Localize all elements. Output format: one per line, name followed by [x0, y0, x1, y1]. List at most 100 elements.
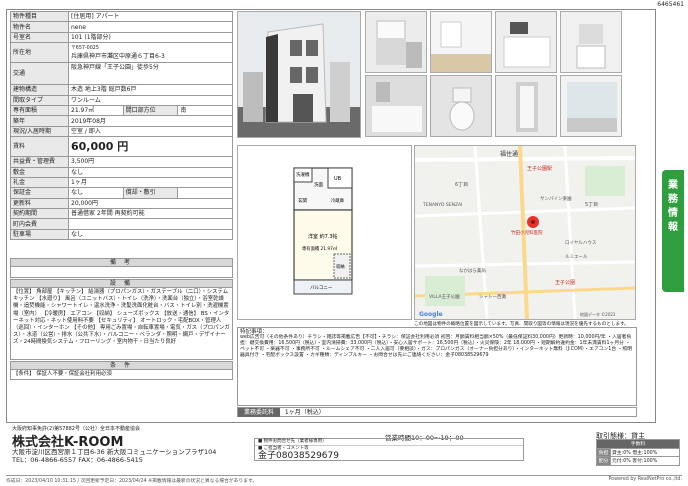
photo-thumb[interactable] [560, 75, 622, 137]
fee-value: 貸主:0% 借主:100% [610, 447, 680, 457]
address-label: 所在地 [10, 42, 69, 64]
map-label-9: VILLA王子公園 [429, 293, 460, 300]
fee-table: 手数料 負担 貸主:0% 借主:100% 配分 元付:0% 客付:100% [596, 439, 680, 466]
map-label-3: 5丁目 [585, 202, 598, 208]
facilities-body: 【位置】 角部屋 【キッチン】 給湯器（プロパンガス）・ガステーブル（二口）・シ… [10, 288, 233, 360]
toilet-photo [431, 76, 491, 136]
map-label-4: TENANYO SENZAI [422, 202, 462, 208]
layout-value: ワンルーム [68, 94, 233, 106]
map-label-0: 福住通 [500, 150, 518, 158]
fee-header: 手数料 [596, 439, 680, 449]
photo-thumb[interactable] [430, 75, 492, 137]
map-label-2: 6丁目 [455, 182, 468, 188]
amort-label: 償却・敷引 [122, 187, 179, 199]
contact-box: ■ 物件お問合せ先（業者様専用） ■ ご担当者・コメント等 金子08038529… [254, 438, 524, 461]
status-value: 空室 / 即入 [68, 125, 233, 138]
renew-label: 更新料 [10, 197, 69, 210]
address-cell: 〒657-0025 兵庫県神戸市灘区中原通６丁目6-3 [68, 42, 233, 64]
side-tab-char: 情 [668, 208, 678, 219]
property-table: 物件種目 [住居用] アパート 物件名 nene 号室名 101 (1階部分) 所在地… [10, 10, 233, 241]
key-label: 礼金 [10, 176, 69, 189]
photo-thumb[interactable] [495, 75, 557, 137]
bathroom-photo [366, 76, 426, 136]
map-label-7: 王子公園 [555, 279, 575, 286]
conditions-body: 【条件】 保証人不要・保証会社利用必須 [10, 370, 233, 380]
building-exterior-image [238, 12, 360, 137]
photo-thumb[interactable] [365, 75, 427, 137]
type-label: 物件種目 [10, 10, 69, 23]
map-drawing: 福住通 王子公園駅 6丁目 5丁目 TENANYO SENZAI サンパイン楽園… [415, 146, 635, 319]
photo-thumb[interactable] [365, 11, 427, 73]
commission-label: 業務委託料 [238, 408, 280, 417]
renew-value: 20,000円 [68, 197, 233, 210]
structure-value: 木造 地上3階 総戸数6戸 [68, 84, 233, 96]
map-label-8: なかはら薬局 [459, 267, 486, 274]
room-photo [431, 12, 491, 72]
rent-label: 賃料 [10, 136, 69, 158]
map-label-1: 王子公園駅 [527, 165, 552, 172]
direction-value: 南 [177, 104, 233, 117]
contract-label: 契約期間 [10, 208, 69, 220]
remarks-heading: 備 考 [10, 258, 233, 267]
map-label-13: Google [419, 311, 443, 318]
inside-value [68, 218, 233, 230]
floor-plan[interactable]: 洗濯機 UB 洗面 玄関 洋室 約7.3帖 専有面積 21.97㎡ バルコニー … [237, 145, 412, 320]
main-building-photo[interactable] [237, 11, 361, 138]
entrance-photo [496, 76, 556, 136]
side-tab-char: 務 [668, 194, 678, 205]
inside-label: 町内会費 [10, 218, 69, 230]
contact-name: 金子08038529679 [258, 451, 339, 461]
photo-thumb[interactable] [560, 11, 622, 73]
kitchen-photo [366, 12, 426, 72]
footer-left: 作成日：2023/04/10 10:31:15 / 次回更新予定日：2023/0… [6, 479, 258, 484]
direction-label: 間口部方位 [122, 104, 179, 117]
room-label: 号室名 [10, 31, 69, 44]
fee-key: 配分 [596, 456, 611, 466]
special-notes: 特記事項： web広告可（その他条件あり）チラシ・雑誌等掲載広告【不可】・チラシ… [237, 327, 637, 406]
commission-row: 業務委託料 1ヶ月（税込） [237, 407, 637, 417]
company-address-block: 大阪市淀川区西宮原１丁目6-36 新大阪コミュニケーションプラザ104 TEL：… [12, 448, 216, 464]
built-label: 築年 [10, 115, 69, 127]
map-label-11: シャトー西灘 [479, 293, 506, 300]
location-map[interactable]: 福住通 王子公園駅 6丁目 5丁目 TENANYO SENZAI サンパイン楽園… [414, 145, 636, 320]
floor-label-entrance: 玄関 [298, 197, 307, 204]
photo-thumb[interactable] [430, 11, 492, 73]
map-label-6: 竹田小児科医院 [511, 229, 543, 236]
traffic-label: 交通 [10, 62, 69, 86]
postcode: 〒657-0025 [71, 45, 99, 51]
floor-area-text: 専有面積 21.97㎡ [302, 245, 338, 252]
floor-label-fridge: 冷蔵庫 [331, 197, 345, 204]
footer-bar: 作成日：2023/04/10 10:31:15 / 次回更新予定日：2023/0… [6, 475, 682, 484]
conditions-heading: 条 件 [10, 361, 233, 370]
type-value: [住居用] アパート [68, 10, 233, 23]
amort-value [177, 187, 233, 199]
contract-value: 普通借家 2年間 再契約可能 [68, 208, 233, 220]
common-label: 共益費・管理費 [10, 156, 69, 168]
layout-label: 間取タイプ [10, 94, 69, 106]
photo-thumb[interactable] [495, 11, 557, 73]
key-value: 1ヶ月 [68, 176, 233, 189]
guarantee-label: 保証金 [10, 187, 69, 199]
floor-label-washer: 洗濯機 [296, 171, 310, 178]
commission-value: 1ヶ月（税込） [284, 409, 325, 416]
map-label-5: サンパイン楽園 [540, 195, 572, 202]
map-copyright: 地図データ ©2023 [580, 311, 616, 317]
name-label: 物件名 [10, 21, 69, 33]
floor-label-ub: UB [334, 176, 342, 182]
guarantee-value: なし [68, 187, 124, 199]
parking-value: なし [68, 228, 233, 241]
facilities-heading: 設 備 [10, 279, 233, 288]
side-tab-char: 報 [668, 222, 678, 233]
address-value: 兵庫県神戸市灘区中原通６丁目6-3 [71, 52, 165, 60]
traffic-value: 阪急神戸線「王子公園」徒歩5分 [68, 62, 233, 86]
floor-room-text: 洋室 約7.3帖 [308, 233, 338, 240]
floor-plan-drawing: 洗濯機 UB 洗面 玄関 洋室 約7.3帖 専有面積 21.97㎡ バルコニー … [238, 146, 411, 319]
name-value: nene [68, 21, 233, 33]
deposit-value: なし [68, 166, 233, 178]
business-info-tab[interactable]: 業 務 情 報 [662, 170, 684, 292]
map-label-10: ロイヤルハウス [565, 239, 597, 246]
notes-body: web広告可（その他条件あり）チラシ・雑誌等掲載広告【不可】・チラシ：保証会社利… [240, 335, 633, 359]
side-tab-char: 業 [668, 180, 678, 191]
floor-label-washroom: 洗面 [314, 181, 323, 188]
floor-label-storage: 収納 [336, 263, 345, 270]
